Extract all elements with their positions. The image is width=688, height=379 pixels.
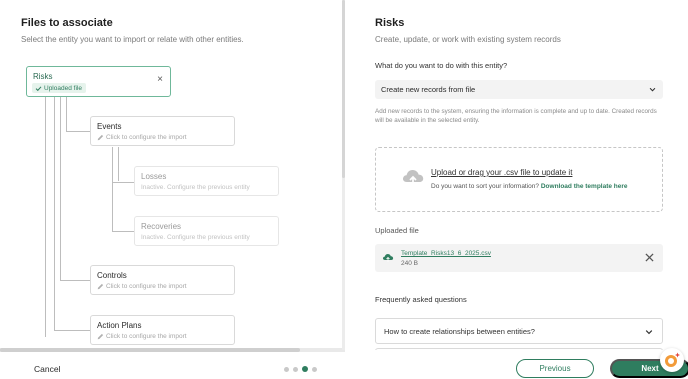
assistant-icon bbox=[665, 352, 680, 367]
tree-connector bbox=[112, 182, 134, 183]
tree-connector bbox=[54, 330, 90, 331]
cancel-button[interactable]: Cancel bbox=[34, 364, 60, 374]
node-hint: Inactive. Configure the previous entity bbox=[141, 184, 250, 191]
node-hint-text: Click to configure the import bbox=[106, 134, 187, 141]
tree-connector bbox=[66, 131, 90, 132]
tree-connector bbox=[66, 97, 67, 131]
tree-node-losses: Losses Inactive. Configure the previous … bbox=[134, 166, 279, 196]
tree-connector bbox=[60, 280, 90, 281]
tree-connector bbox=[112, 231, 134, 232]
node-hint-text: Inactive. Configure the previous entity bbox=[141, 234, 250, 241]
step-dot bbox=[293, 366, 298, 372]
action-select[interactable]: Create new records from file bbox=[375, 80, 663, 99]
tree-connector bbox=[45, 97, 46, 337]
tree-node-action-plans[interactable]: Action Plans Click to configure the impo… bbox=[90, 315, 235, 345]
faq-accordion-item[interactable]: How to create relationships between enti… bbox=[375, 318, 663, 344]
pencil-icon bbox=[97, 333, 104, 340]
panel-title: Risks bbox=[375, 17, 405, 29]
node-label: Action Plans bbox=[97, 321, 142, 330]
tree-node-risks[interactable]: Risks Uploaded file × bbox=[26, 66, 171, 97]
node-label: Risks bbox=[33, 72, 53, 81]
pencil-icon bbox=[97, 134, 104, 141]
step-indicator bbox=[284, 366, 317, 372]
tree-node-controls[interactable]: Controls Click to configure the import bbox=[90, 265, 235, 295]
uploaded-file-label: Uploaded file bbox=[375, 226, 419, 235]
tree-connector bbox=[60, 97, 61, 281]
node-label: Recoveries bbox=[141, 222, 182, 231]
sort-question-text: Do you want to sort your information? bbox=[431, 183, 540, 190]
entity-config-panel: Risks Create, update, or work with exist… bbox=[345, 0, 688, 350]
tree-connector bbox=[118, 147, 119, 181]
action-question: What do you want to do with this entity? bbox=[375, 61, 508, 70]
select-value: Create new records from file bbox=[381, 85, 476, 94]
previous-button[interactable]: Previous bbox=[516, 359, 594, 378]
chevron-down-icon bbox=[645, 330, 653, 335]
node-label: Events bbox=[97, 122, 122, 131]
check-icon bbox=[35, 85, 42, 91]
entity-tree-panel: Files to associate Select the entity you… bbox=[0, 0, 340, 350]
step-dot-active bbox=[302, 366, 308, 372]
tree-connector bbox=[112, 147, 113, 231]
tree-node-recoveries: Recoveries Inactive. Configure the previ… bbox=[134, 216, 279, 246]
node-hint: Click to configure the import bbox=[97, 134, 187, 141]
download-template-link[interactable]: Download the template here bbox=[541, 183, 628, 190]
faq-question: How to create relationships between enti… bbox=[384, 327, 535, 336]
scrollbar-thumb[interactable] bbox=[0, 348, 300, 352]
faq-accordion-item[interactable] bbox=[375, 348, 663, 350]
node-hint-text: Click to configure the import bbox=[106, 283, 187, 290]
node-hint: Click to configure the import bbox=[97, 333, 187, 340]
step-dot bbox=[284, 366, 289, 372]
horizontal-scrollbar[interactable] bbox=[0, 348, 345, 352]
pencil-icon bbox=[97, 283, 104, 290]
file-name-link[interactable]: Template_Risks13_6_2025.csv bbox=[401, 250, 491, 257]
step-dot bbox=[312, 366, 317, 372]
uploaded-badge: Uploaded file bbox=[32, 83, 86, 93]
node-hint: Inactive. Configure the previous entity bbox=[141, 234, 250, 241]
tree-connector bbox=[54, 97, 55, 331]
node-hint-text: Click to configure the import bbox=[106, 333, 187, 340]
chevron-down-icon bbox=[649, 87, 656, 92]
remove-file-icon[interactable]: × bbox=[157, 75, 163, 85]
file-dropzone[interactable]: Upload or drag your .csv file to update … bbox=[375, 147, 663, 212]
badge-label: Uploaded file bbox=[44, 84, 82, 92]
cloud-file-icon bbox=[382, 254, 394, 262]
select-help-text: Add new records to the system, ensuring … bbox=[375, 108, 657, 124]
panel-subtitle: Create, update, or work with existing sy… bbox=[375, 35, 561, 44]
node-label: Losses bbox=[141, 172, 167, 181]
sort-question: Do you want to sort your information? Do… bbox=[431, 183, 628, 190]
assistant-button[interactable] bbox=[660, 348, 684, 372]
node-hint: Click to configure the import bbox=[97, 283, 187, 290]
tree-node-events[interactable]: Events Click to configure the import bbox=[90, 116, 235, 146]
panel-title: Files to associate bbox=[21, 17, 113, 29]
close-icon[interactable] bbox=[645, 253, 654, 262]
file-size: 240 B bbox=[401, 260, 418, 267]
uploaded-file-card: Template_Risks13_6_2025.csv 240 B bbox=[375, 244, 663, 272]
cloud-upload-icon bbox=[402, 170, 424, 186]
node-hint-text: Inactive. Configure the previous entity bbox=[141, 184, 250, 191]
node-label: Controls bbox=[97, 271, 127, 280]
panel-subtitle: Select the entity you want to import or … bbox=[21, 35, 244, 44]
upload-link[interactable]: Upload or drag your .csv file to update … bbox=[431, 168, 572, 177]
faq-heading: Frequently asked questions bbox=[375, 295, 467, 304]
